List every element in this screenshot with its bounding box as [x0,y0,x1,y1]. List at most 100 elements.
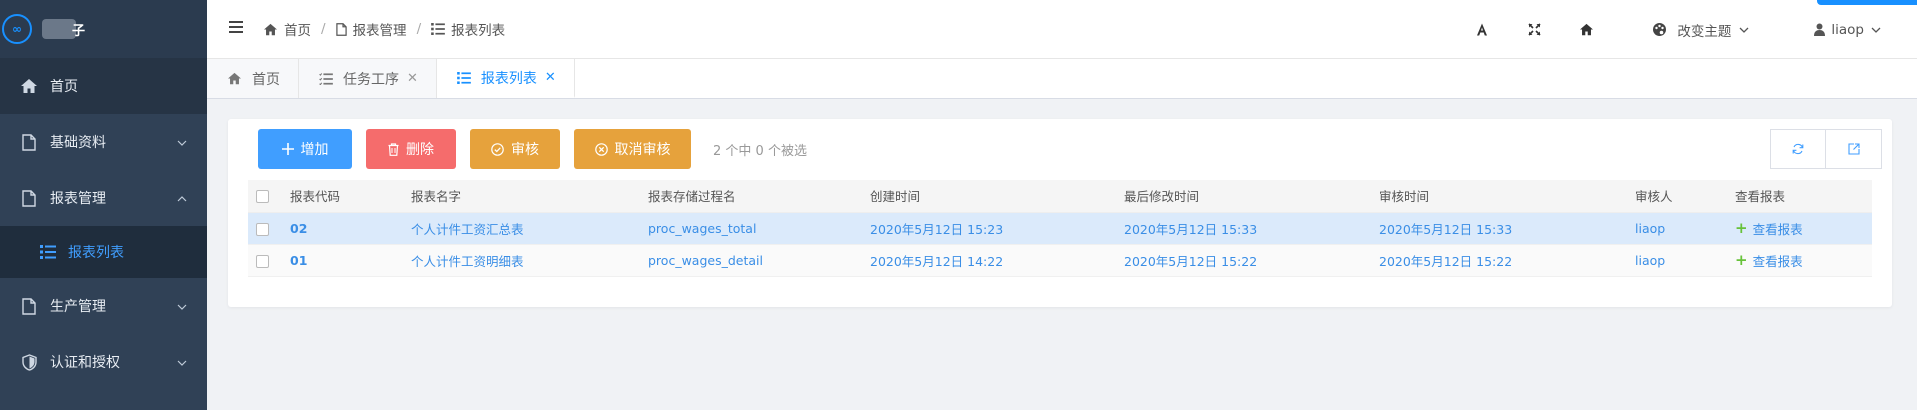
navbar-right: 改变主题 liaop [1456,0,1917,59]
plus-icon: + [1735,251,1748,269]
unaudit-button[interactable]: 取消审核 [574,129,691,169]
check-circle-icon [491,142,504,156]
tab-report-list[interactable]: 报表列表 ✕ [436,59,575,98]
table-row[interactable]: 01 个人计件工资明细表 proc_wages_detail 2020年5月12… [248,244,1872,277]
table-tools [1770,129,1882,169]
chevron-up-icon [177,190,187,206]
breadcrumb-label: 报表列表 [451,23,506,39]
user-icon [1814,23,1826,36]
export-button[interactable] [1826,129,1882,169]
breadcrumb-label: 首页 [284,23,311,39]
font-size-icon[interactable] [1456,23,1508,36]
sidebar-item-auth[interactable]: 认证和授权 [0,334,207,390]
add-button[interactable]: 增加 [258,129,352,169]
column-header[interactable]: 报表代码 [282,180,403,213]
close-icon[interactable]: ✕ [545,70,556,85]
tab-task-process[interactable]: 任务工序 ✕ [299,59,437,98]
cell-created: 2020年5月12日 14:22 [862,244,1116,277]
document-icon [20,133,38,151]
chevron-down-icon [1739,27,1749,33]
plus-icon [281,143,294,155]
delete-button[interactable]: 删除 [366,129,456,169]
document-icon [335,22,347,36]
home-icon [20,77,38,95]
row-checkbox[interactable] [256,222,269,236]
cell-name: 个人计件工资明细表 [403,244,640,277]
column-header: 查看报表 [1727,180,1872,213]
logo-text: 子 [72,23,86,39]
delete-button-label: 删除 [406,142,434,158]
sidebar-item-label: 报表列表 [68,245,124,261]
logo-obscured-text [42,19,76,39]
fullscreen-icon[interactable] [1508,23,1560,36]
breadcrumb-home[interactable]: 首页 [263,19,311,39]
column-header[interactable]: 审核时间 [1371,180,1627,213]
selection-info: 2 个中 0 个被选 [713,143,807,159]
row-checkbox[interactable] [256,254,269,268]
breadcrumb-label: 报表管理 [352,23,407,39]
view-report-label: 查看报表 [1752,221,1803,237]
chevron-down-icon [177,298,187,314]
list-icon [431,23,445,35]
column-header[interactable]: 报表名字 [403,180,640,213]
tab-label: 报表列表 [480,70,537,87]
sidebar-item-home[interactable]: 首页 [0,58,207,114]
cell-name: 个人计件工资汇总表 [403,212,640,245]
view-report-link[interactable]: + 查看报表 [1735,219,1872,238]
column-header[interactable]: 最后修改时间 [1116,180,1371,213]
sidebar-item-report-list[interactable]: 报表列表 [0,226,207,278]
select-all-checkbox[interactable] [256,190,269,204]
unaudit-button-label: 取消审核 [614,142,671,158]
sidebar-item-label: 首页 [50,79,78,95]
close-icon[interactable]: ✕ [407,71,418,86]
view-report-link[interactable]: + 查看报表 [1735,251,1872,270]
cell-audited: 2020年5月12日 15:33 [1371,212,1627,245]
sidebar-item-label: 生产管理 [50,299,106,315]
cell-modified: 2020年5月12日 15:22 [1116,244,1371,277]
theme-dropdown[interactable]: 改变主题 [1652,20,1759,40]
document-icon [20,297,38,315]
toolbar: 增加 删除 审核 取消审核 2 个中 0 个被选 [258,129,807,169]
theme-label: 改变主题 [1677,23,1732,40]
tab-home[interactable]: 首页 [207,59,299,98]
sidebar-item-report-management[interactable]: 报表管理 [0,170,207,226]
list-icon [40,245,56,259]
view-report-label: 查看报表 [1752,253,1803,269]
column-header[interactable]: 创建时间 [862,180,1116,213]
shield-icon [20,353,38,371]
chevron-down-icon [1871,27,1881,33]
logo[interactable]: ∞ 子 [0,0,207,58]
home-icon[interactable] [1560,23,1612,36]
refresh-button[interactable] [1770,129,1826,169]
cell-auditor: liaop [1627,244,1727,277]
palette-icon [1653,23,1667,36]
add-button-label: 增加 [300,142,329,158]
close-circle-icon [594,142,608,156]
cell-proc: proc_wages_detail [640,244,862,277]
breadcrumb-report-management[interactable]: 报表管理 [335,19,407,39]
tags-view: 首页 任务工序 ✕ 报表列表 ✕ [207,59,1917,99]
sidebar-item-label: 基础资料 [50,135,106,151]
trash-icon [388,142,399,156]
sidebar-item-label: 认证和授权 [50,355,120,371]
table-header-row: 报表代码 报表名字 报表存储过程名 创建时间 最后修改时间 审核时间 审核人 查… [248,180,1872,213]
username: liaop [1831,21,1864,38]
export-icon [1847,143,1860,155]
hamburger-menu-icon[interactable] [229,21,249,37]
user-dropdown[interactable]: liaop [1814,22,1887,38]
sidebar-item-production[interactable]: 生产管理 [0,278,207,334]
cell-code: 01 [282,244,403,277]
audit-button[interactable]: 审核 [470,129,560,169]
report-table: 报表代码 报表名字 报表存储过程名 创建时间 最后修改时间 审核时间 审核人 查… [248,180,1872,277]
cell-audited: 2020年5月12日 15:22 [1371,244,1627,277]
column-header[interactable]: 报表存储过程名 [640,180,862,213]
tab-label: 首页 [252,71,280,88]
corner-accent [1817,0,1917,5]
tab-label: 任务工序 [343,71,399,88]
sidebar-item-basic-data[interactable]: 基础资料 [0,114,207,170]
breadcrumb-separator: / [416,21,422,37]
breadcrumb-separator: / [321,21,326,37]
report-list-card: 增加 删除 审核 取消审核 2 个中 0 个被选 报表代码 报表名字 报表存储过… [228,119,1892,307]
table-row[interactable]: 02 个人计件工资汇总表 proc_wages_total 2020年5月12日… [248,212,1872,245]
column-header[interactable]: 审核人 [1627,180,1727,213]
